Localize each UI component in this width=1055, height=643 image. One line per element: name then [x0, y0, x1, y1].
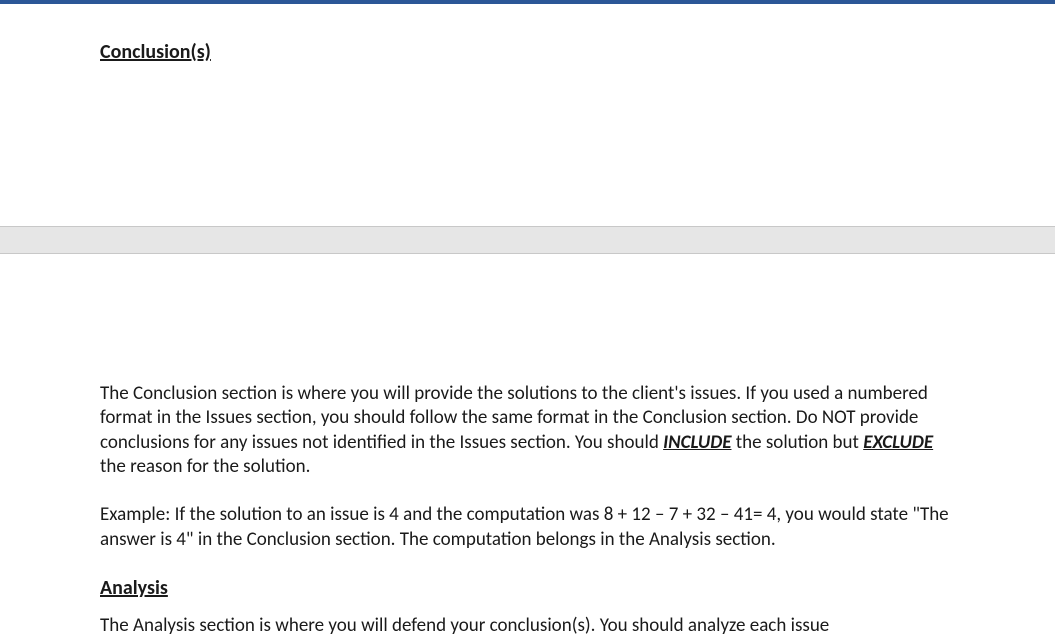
include-emphasis: INCLUDE: [663, 431, 731, 454]
page-gap: [0, 226, 1055, 254]
analysis-heading: Analysis: [100, 576, 955, 600]
exclude-emphasis: EXCLUDE: [863, 431, 933, 454]
analysis-paragraph-1: The Analysis section is where you will d…: [100, 614, 955, 638]
page-1-bottom-region: Conclusion(s): [0, 4, 1055, 226]
conclusion-paragraph-2: Example: If the solution to an issue is …: [100, 503, 955, 552]
page-1-content: Conclusion(s): [100, 40, 955, 78]
conclusion-paragraph-1: The Conclusion section is where you will…: [100, 382, 955, 479]
conclusion-p1-text-b: the solution but: [731, 431, 863, 454]
conclusion-p1-text-c: the reason for the solution.: [100, 455, 310, 478]
page-2-content: The Conclusion section is where you will…: [100, 382, 955, 638]
page-2-top-region: The Conclusion section is where you will…: [0, 254, 1055, 643]
conclusion-heading: Conclusion(s): [100, 40, 955, 64]
